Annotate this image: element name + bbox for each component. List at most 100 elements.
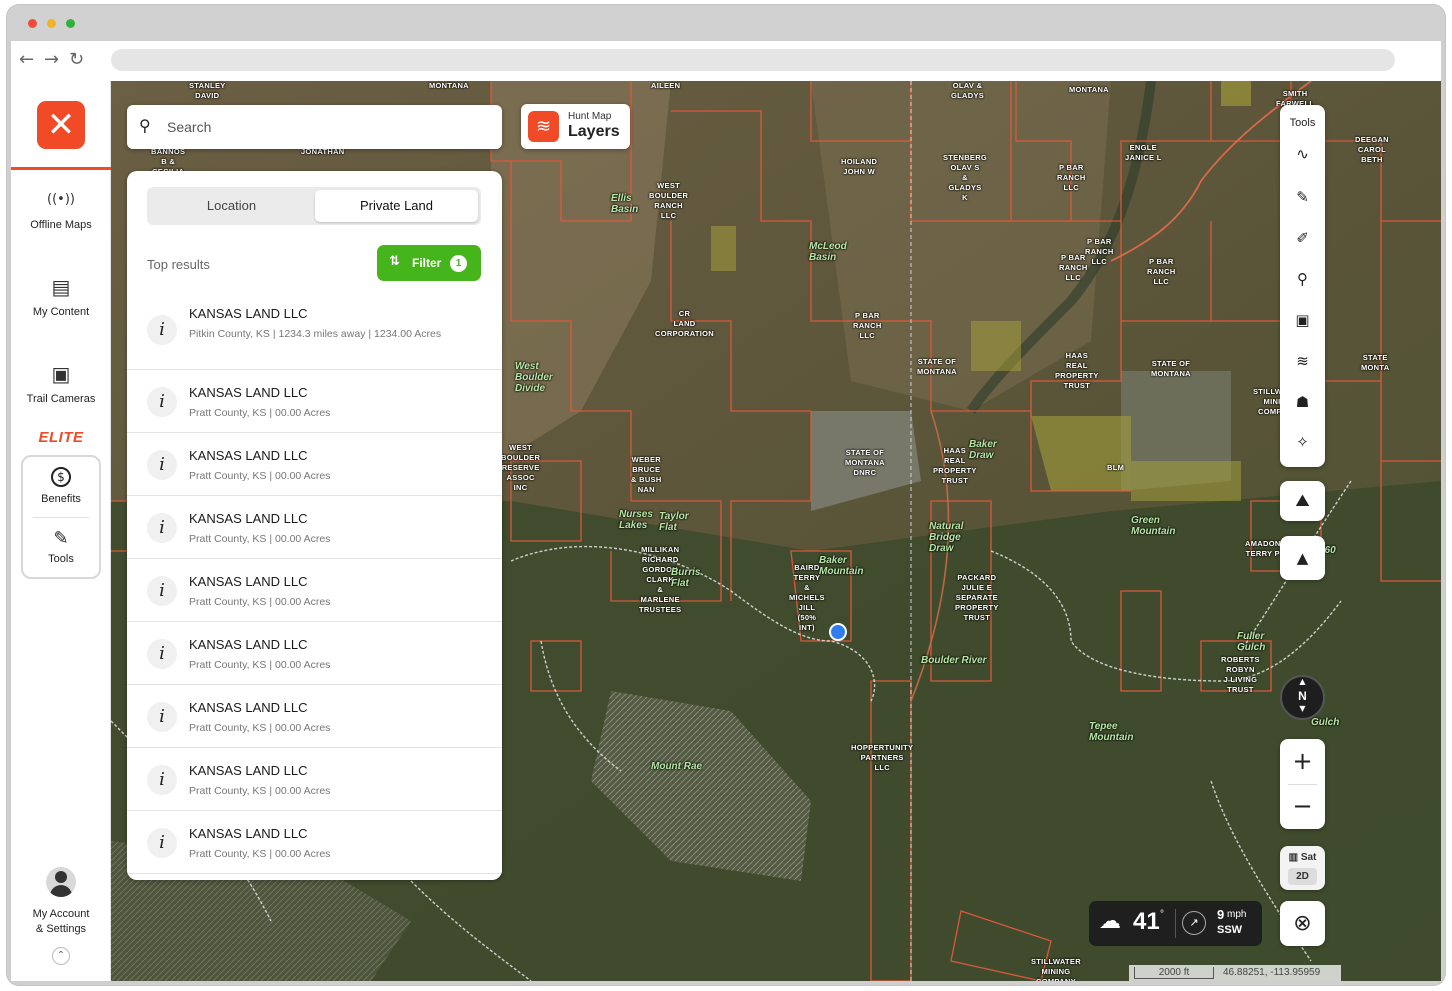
result-row[interactable]: i KANSAS LAND LLC Pratt County, KS | 00.00… [127, 559, 502, 622]
pen-icon[interactable]: ✎ [1280, 188, 1325, 206]
parcel-owner-label[interactable]: STENBERG OLAV S & GLADYS K [943, 153, 987, 203]
trail-camera-icon[interactable]: ▣ [1280, 311, 1325, 329]
locate-me-button[interactable]: ⊗ [1280, 901, 1325, 946]
maximize-window-dot[interactable] [66, 19, 75, 28]
sidebar-item-trail-cameras[interactable]: ▣ Trail Cameras [11, 361, 111, 405]
parcel-owner-label[interactable]: ROBERTS ROBYN J LIVING TRUST [1221, 655, 1260, 695]
weather-widget[interactable]: ☁ 41 ° ↗ 9 mph SSW [1089, 901, 1262, 946]
address-bar[interactable] [111, 49, 1395, 71]
app-logo-icon[interactable]: ✕ [37, 101, 85, 149]
result-row[interactable]: i KANSAS LAND LLC Pratt County, KS | 00.00… [127, 622, 502, 685]
info-icon[interactable]: i [147, 513, 177, 543]
parcel-owner-label[interactable]: OLAV & GLADYS [951, 81, 984, 101]
chevron-up-icon[interactable]: ⌃ [52, 947, 70, 965]
search-bar[interactable]: ⚲ [127, 105, 502, 149]
elite-label: ELITE [38, 429, 84, 446]
result-row[interactable]: i KANSAS LAND LLC Pratt County, KS | 00.00… [127, 811, 502, 874]
zoom-in-button[interactable]: + [1280, 739, 1325, 784]
minimize-window-dot[interactable] [47, 19, 56, 28]
parcel-owner-label[interactable]: HAAS REAL PROPERTY TRUST [1055, 351, 1099, 391]
info-icon[interactable]: i [147, 387, 177, 417]
result-name: KANSAS LAND LLC [189, 511, 308, 526]
sidebar-item-offline-maps[interactable]: ((•)) Offline Maps [11, 187, 111, 231]
parcel-owner-label[interactable]: WEST BOULDER RESERVE ASSOC INC [501, 443, 540, 493]
tab-location[interactable]: Location [150, 190, 313, 222]
filter-button[interactable]: ⇅ Filter 1 [377, 245, 481, 281]
forward-arrow-icon[interactable]: → [44, 49, 59, 70]
info-icon[interactable]: i [147, 639, 177, 669]
sidebar-item-benefits[interactable]: $ Benefits [23, 465, 99, 505]
account-settings-link[interactable]: My Account & Settings [11, 907, 111, 937]
current-location-marker[interactable] [829, 623, 847, 641]
parcel-owner-label[interactable]: DEEGAN CAROL BETH [1355, 135, 1389, 165]
result-row[interactable]: i KANSAS LAND LLC Pitkin County, KS | 1234… [127, 291, 502, 370]
parcel-owner-label[interactable]: ENGLE JANICE L [1125, 143, 1162, 163]
close-window-dot[interactable] [28, 19, 37, 28]
layers-icon: ≋ [528, 111, 559, 142]
parcel-owner-label[interactable]: WEBER BRUCE & BUSH NAN [631, 455, 662, 495]
result-name: KANSAS LAND LLC [189, 826, 308, 841]
result-row[interactable]: i KANSAS LAND LLC Pratt County, KS | 00.00… [127, 748, 502, 811]
pin-icon[interactable]: ⚲ [1280, 270, 1325, 288]
layers-subtitle: Hunt Map [568, 111, 612, 122]
results-list: i KANSAS LAND LLC Pitkin County, KS | 1234… [127, 291, 502, 874]
3d-mountain-button[interactable]: ▲ [1280, 536, 1325, 580]
back-arrow-icon[interactable]: ← [19, 49, 34, 70]
info-icon[interactable]: i [147, 576, 177, 606]
reload-icon[interactable]: ↻ [69, 49, 84, 70]
result-row[interactable]: i KANSAS LAND LLC Pratt County, KS | 00.00… [127, 496, 502, 559]
parcel-owner-label[interactable]: STATE OF MONTANA DNRC [845, 448, 885, 478]
parcel-owner-label[interactable]: P BAR RANCH LLC [853, 311, 882, 341]
parcel-owner-label[interactable]: BLM [1107, 463, 1124, 473]
result-row[interactable]: i KANSAS LAND LLC Pratt County, KS | 00.00… [127, 370, 502, 433]
parcel-owner-label[interactable]: P BAR RANCH LLC [1085, 237, 1114, 267]
parcel-owner-label[interactable]: AILEEN [651, 81, 680, 91]
wind-speed-value: 9 [1217, 907, 1225, 922]
view-mode-button[interactable]: 2D [1288, 868, 1317, 885]
parcel-owner-label[interactable]: MONTANA [429, 81, 469, 91]
parcel-owner-label[interactable]: STATE OF MONTANA [917, 357, 957, 377]
sidebar-item-label: Benefits [41, 493, 81, 505]
result-row[interactable]: i KANSAS LAND LLC Pratt County, KS | 00.00… [127, 433, 502, 496]
parcel-owner-label[interactable]: HOPPERTUNITY PARTNERS LLC [851, 743, 913, 773]
basemap-label: ▥ Sat [1280, 852, 1325, 863]
parcel-owner-label[interactable]: PACKARD JULIE E SEPARATE PROPERTY TRUST [955, 573, 999, 623]
compass-button[interactable]: ▲ N ▼ [1280, 675, 1325, 720]
sidebar-item-my-content[interactable]: ▤ My Content [11, 274, 111, 318]
avatar[interactable] [46, 867, 76, 897]
wind-icon[interactable]: ≋ [1280, 352, 1325, 370]
info-icon[interactable]: i [147, 450, 177, 480]
info-icon[interactable]: i [147, 315, 177, 345]
info-icon[interactable]: i [147, 702, 177, 732]
parcel-owner-label[interactable]: STATE OF MONTANA [1151, 359, 1191, 379]
parcel-owner-label[interactable]: P BAR RANCH LLC [1147, 257, 1176, 287]
people-icon[interactable]: ☗ [1280, 393, 1325, 411]
cursor-coordinates: 46.88251, -113.95959 [1223, 967, 1321, 978]
info-icon[interactable]: i [147, 828, 177, 858]
satellite-icon[interactable]: ✧ [1280, 433, 1325, 451]
info-icon[interactable]: i [147, 765, 177, 795]
basemap-toggle[interactable]: ▥ Sat 2D [1280, 846, 1325, 890]
parcel-owner-label[interactable]: STILLWATER MINING COMPANY [1031, 957, 1081, 981]
path-icon[interactable]: ∿ [1280, 145, 1325, 163]
eraser-pen-icon[interactable]: ✐ [1280, 229, 1325, 247]
zoom-out-button[interactable]: − [1280, 784, 1325, 829]
terrain-feature-label: Tepee Mountain [1089, 721, 1134, 743]
terrain-toggle-button[interactable]: ⛰ [1280, 481, 1325, 521]
parcel-owner-label[interactable]: P BAR RANCH LLC [1059, 253, 1088, 283]
parcel-owner-label[interactable]: STATE MONTA [1361, 353, 1389, 373]
tab-private-land[interactable]: Private Land [315, 190, 478, 222]
parcel-owner-label[interactable]: CR LAND CORPORATION [655, 309, 714, 339]
result-name: KANSAS LAND LLC [189, 385, 308, 400]
result-row[interactable]: i KANSAS LAND LLC Pratt County, KS | 00.00… [127, 685, 502, 748]
parcel-owner-label[interactable]: STANLEY DAVID [189, 81, 226, 101]
search-input[interactable] [167, 113, 487, 141]
parcel-owner-label[interactable]: WEST BOULDER RANCH LLC [649, 181, 688, 221]
parcel-owner-label[interactable]: AMADON TERRY P [1245, 539, 1281, 559]
parcel-owner-label[interactable]: HOILAND JOHN W [841, 157, 877, 177]
parcel-owner-label[interactable]: P BAR RANCH LLC [1057, 163, 1086, 193]
hunt-map-layers-button[interactable]: ≋ Hunt Map Layers [521, 104, 630, 149]
parcel-owner-label[interactable]: MONTANA [1069, 85, 1109, 95]
layers-title: Layers [568, 123, 620, 140]
sidebar-item-tools[interactable]: ✎ Tools [23, 527, 99, 565]
